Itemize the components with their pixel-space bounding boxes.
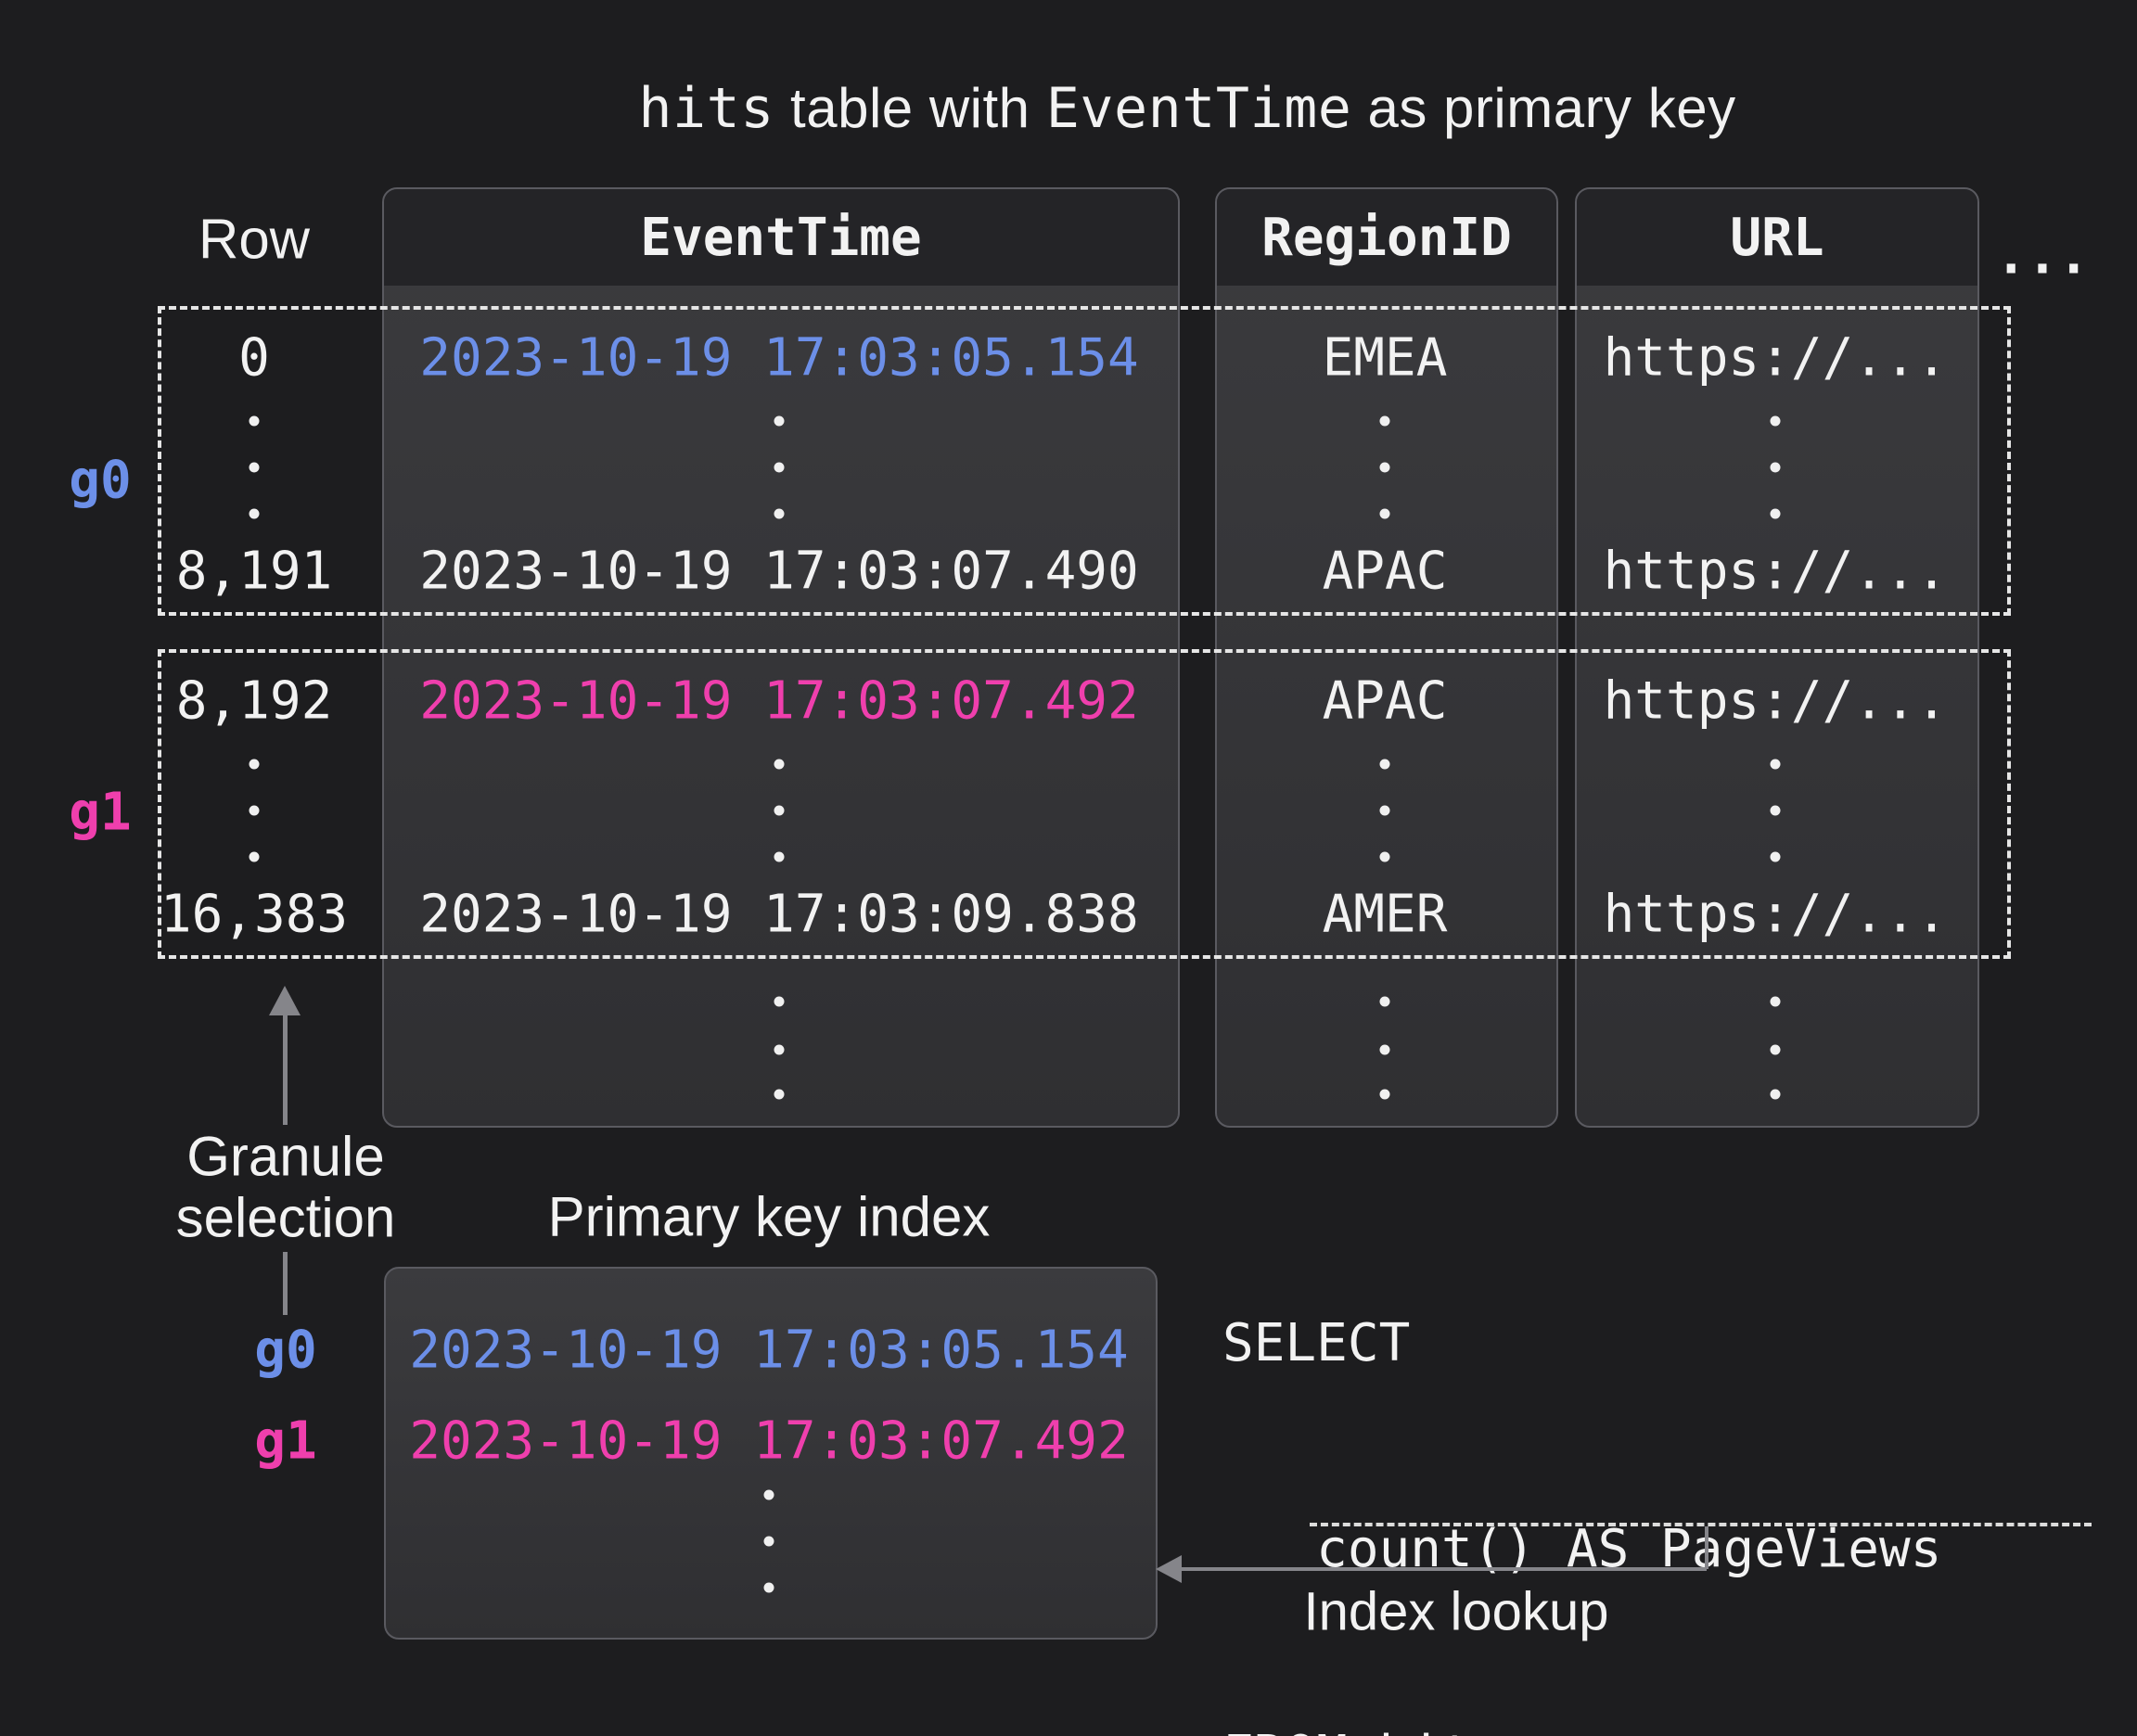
pki-g1-label: g1	[254, 1411, 316, 1472]
g0-row-last: 8,191	[176, 542, 333, 602]
diagram-canvas: hits table with EventTime as primary key…	[0, 0, 2137, 1736]
column-header-eventtime: EventTime	[384, 189, 1178, 286]
sql-line-from: FROM hits	[1222, 1721, 2036, 1736]
title-hits-code: hits	[638, 76, 774, 141]
granule-selection-label-line1: Granule	[186, 1125, 384, 1189]
index-lookup-connector-vertical	[1705, 1526, 1708, 1569]
title-text-1: table with	[774, 77, 1046, 139]
primary-key-index-title: Primary key index	[548, 1185, 991, 1249]
sql-line-select: SELECT	[1222, 1309, 2036, 1378]
title-text-2: as primary key	[1351, 77, 1735, 139]
granule-selection-arrow-shaft-lower	[283, 1252, 288, 1315]
g1-time-first: 2023-10-19 17:03:07.492	[419, 671, 1138, 732]
g0-region-last: APAC	[1323, 542, 1448, 602]
g0-url-last: https://...	[1604, 542, 1948, 602]
g0-region-first: EMEA	[1323, 328, 1448, 389]
index-lookup-arrowhead-icon	[1156, 1555, 1182, 1583]
row-column-header: Row	[198, 208, 310, 272]
g1-url-first: https://...	[1604, 671, 1948, 732]
g0-time-first: 2023-10-19 17:03:05.154	[419, 328, 1138, 389]
pki-g1-value: 2023-10-19 17:03:07.492	[409, 1411, 1128, 1472]
pki-g0-value: 2023-10-19 17:03:05.154	[409, 1321, 1128, 1381]
pki-g0-label: g0	[254, 1321, 316, 1381]
index-lookup-connector-horizontal	[1176, 1567, 1707, 1571]
g1-row-last: 16,383	[160, 885, 348, 945]
granule-g0-label: g0	[69, 451, 131, 511]
g0-row-first: 0	[238, 328, 270, 389]
column-header-regionid: RegionID	[1217, 189, 1556, 286]
more-columns-ellipsis: ...	[1995, 226, 2089, 287]
g1-time-last: 2023-10-19 17:03:09.838	[419, 885, 1138, 945]
column-header-url: URL	[1577, 189, 1977, 286]
g1-region-last: AMER	[1323, 885, 1448, 945]
title-eventtime-code: EventTime	[1046, 76, 1352, 141]
g1-region-first: APAC	[1323, 671, 1448, 732]
sql-query: SELECT count() AS PageViews FROM hits WH…	[1222, 1172, 2036, 1736]
granule-selection-label-line2: selection	[176, 1186, 396, 1250]
g1-url-last: https://...	[1604, 885, 1948, 945]
page-title: hits table with EventTime as primary key	[237, 76, 2137, 141]
where-clause-underline	[1310, 1523, 2092, 1526]
index-lookup-label: Index lookup	[1304, 1581, 1609, 1643]
g0-time-last: 2023-10-19 17:03:07.490	[419, 542, 1138, 602]
g1-row-first: 8,192	[176, 671, 333, 732]
granule-selection-arrow-shaft	[283, 1011, 288, 1125]
g0-url-first: https://...	[1604, 328, 1948, 389]
granule-g1-label: g1	[69, 783, 131, 843]
